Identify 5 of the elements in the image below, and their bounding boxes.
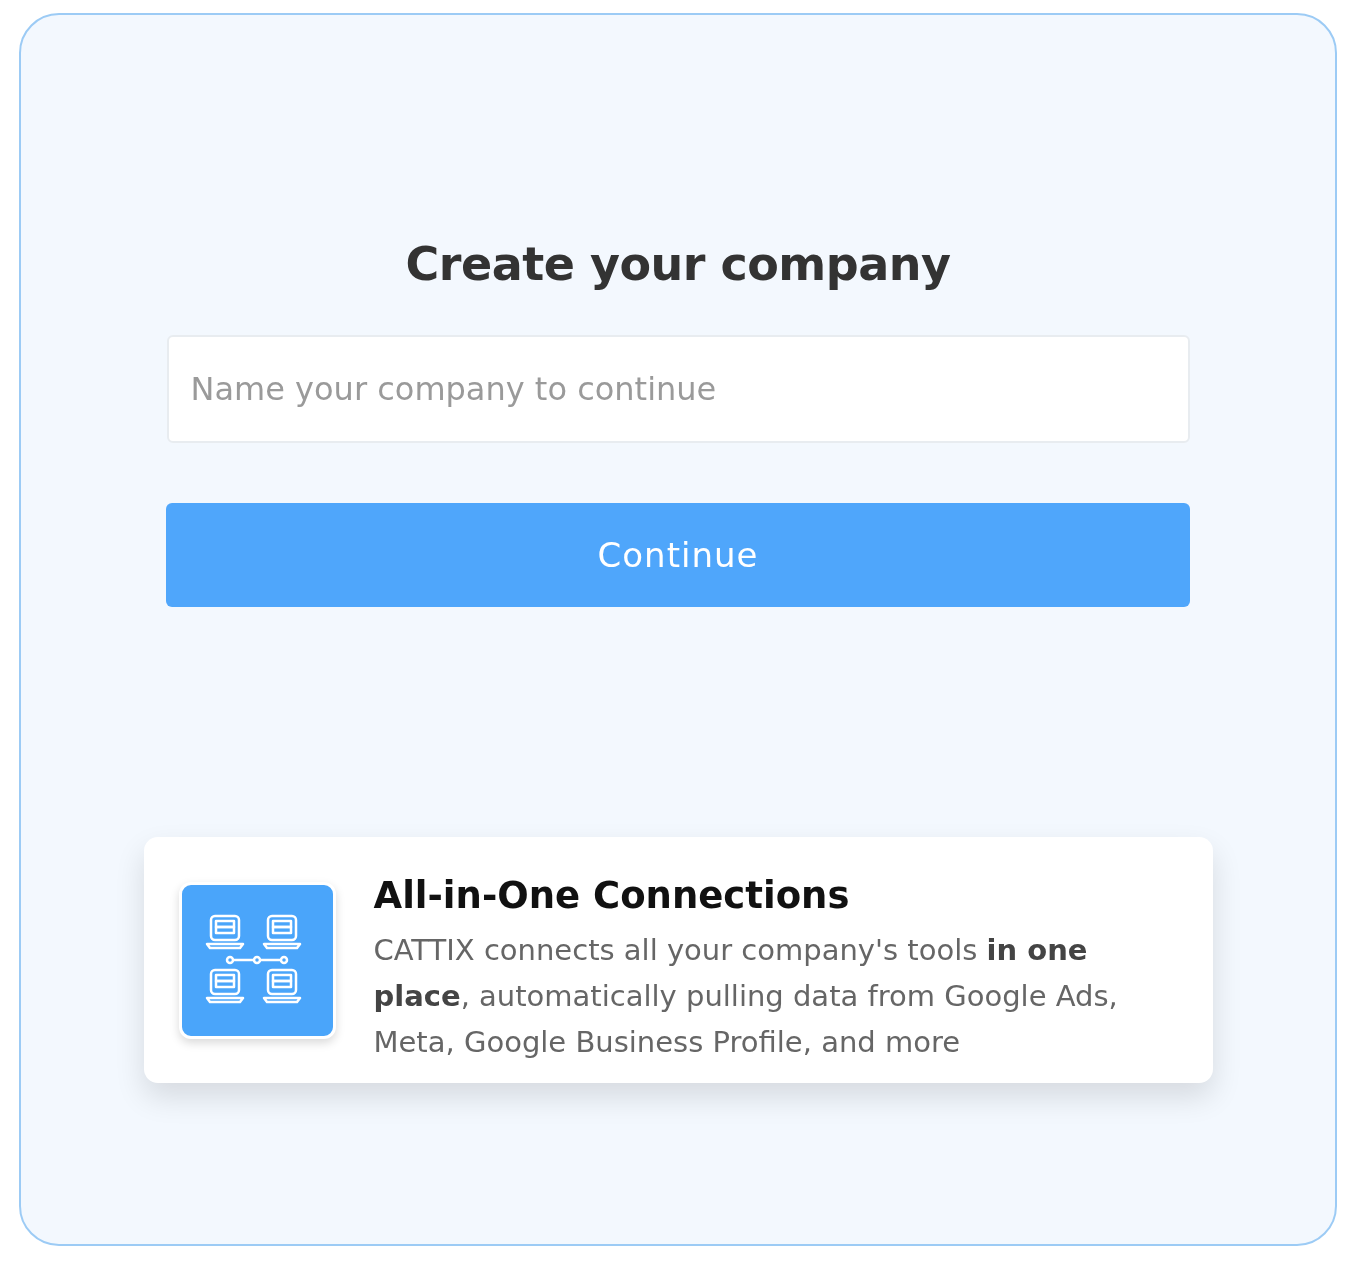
continue-button[interactable]: Continue <box>166 503 1190 607</box>
company-name-field[interactable]: Name your company to continue <box>166 335 1190 443</box>
page-title: Create your company <box>405 237 951 291</box>
feature-title: All-in-One Connections <box>373 874 851 917</box>
feature-description: CATTIX connects all your company's tools in one place, automatically pulling data from Google Ads, Meta, Google Business Profile, and more <box>373 932 1119 1061</box>
